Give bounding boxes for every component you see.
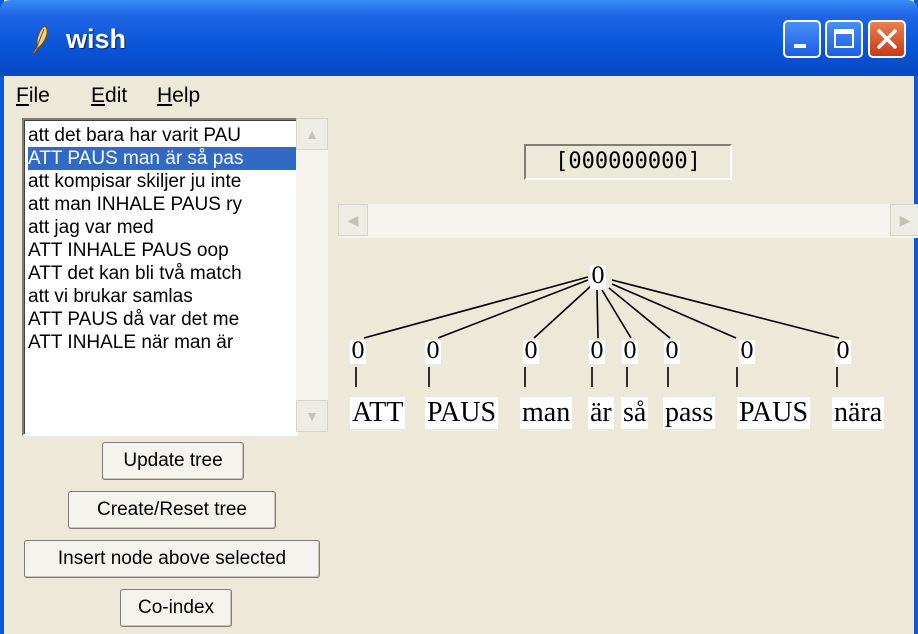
tree-word[interactable]: ATT xyxy=(350,397,406,429)
tree-word[interactable]: nära xyxy=(832,397,885,429)
tree-node[interactable]: 0 xyxy=(835,340,851,364)
tree-node[interactable]: 0 xyxy=(739,340,755,364)
tree-node[interactable]: 0 xyxy=(523,340,539,364)
tree-word[interactable]: PAUS xyxy=(737,397,811,429)
tree-word[interactable]: pass xyxy=(663,397,716,429)
tree-word[interactable]: så xyxy=(621,397,649,429)
tree-node[interactable]: 0 xyxy=(664,340,680,364)
tree-node[interactable]: 0 xyxy=(622,340,638,364)
tree-edges xyxy=(355,276,840,387)
tree-node[interactable]: 0 xyxy=(589,340,605,364)
tree-word[interactable]: är xyxy=(588,397,614,429)
tree-word[interactable]: man xyxy=(520,397,573,429)
tree-root-node[interactable]: 0 xyxy=(590,265,606,289)
app-window: wish File Edit Help att det bara har var… xyxy=(0,0,918,634)
tree-word[interactable]: PAUS xyxy=(425,397,499,429)
tree-node[interactable]: 0 xyxy=(425,340,441,364)
tree-node[interactable]: 0 xyxy=(350,340,366,364)
